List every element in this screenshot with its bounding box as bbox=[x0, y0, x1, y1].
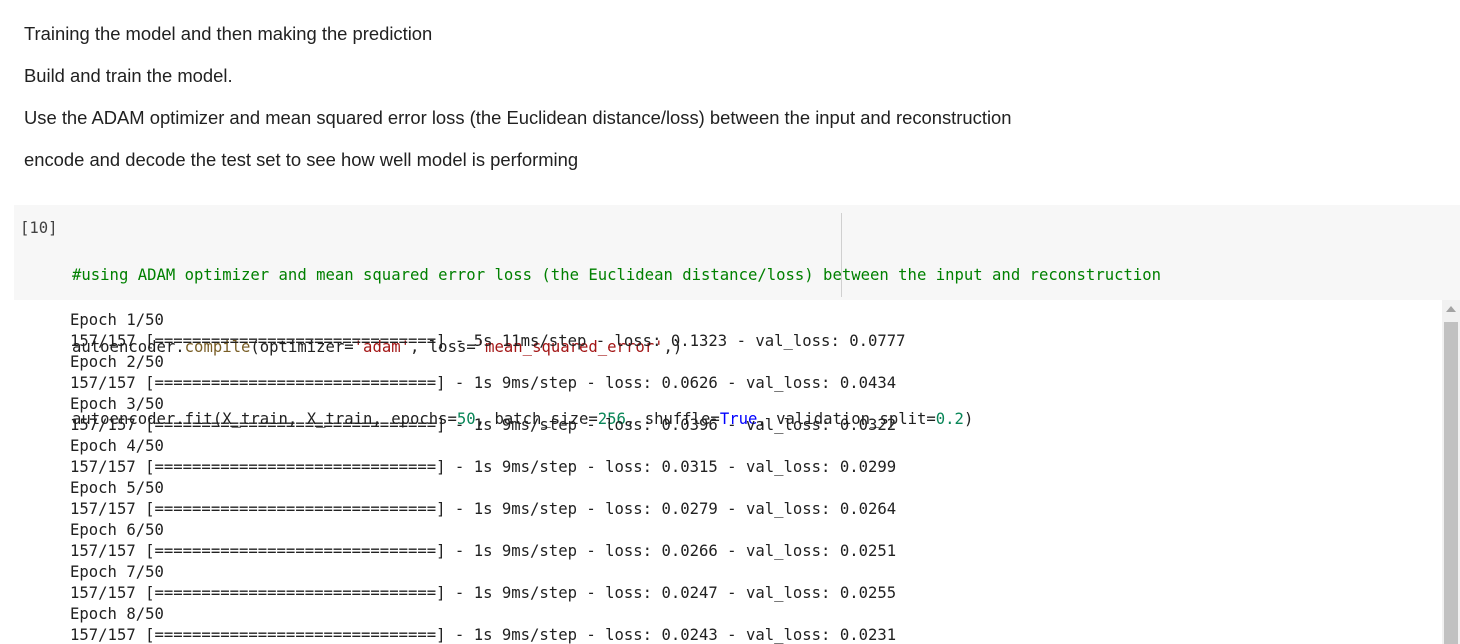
markdown-paragraph: Use the ADAM optimizer and mean squared … bbox=[24, 107, 1012, 128]
markdown-paragraph: encode and decode the test set to see ho… bbox=[24, 149, 579, 170]
output-line: Epoch 8/50 bbox=[70, 605, 164, 623]
output-line: Epoch 3/50 bbox=[70, 395, 164, 413]
output-scrollbar[interactable] bbox=[1442, 300, 1460, 644]
output-line: 157/157 [==============================]… bbox=[70, 584, 897, 602]
code-cell[interactable]: [10] #using ADAM optimizer and mean squa… bbox=[14, 205, 1460, 428]
scrollbar-thumb[interactable] bbox=[1444, 322, 1458, 644]
execution-count: [10] bbox=[20, 219, 58, 237]
output-line: 157/157 [==============================]… bbox=[70, 500, 897, 518]
text-cursor bbox=[841, 213, 842, 297]
scroll-up-arrow-icon[interactable] bbox=[1446, 306, 1456, 312]
output-line: Epoch 5/50 bbox=[70, 479, 164, 497]
code-comment: #using ADAM optimizer and mean squared e… bbox=[72, 266, 1162, 284]
markdown-paragraph: Build and train the model. bbox=[24, 65, 233, 86]
output-line: Epoch 1/50 bbox=[70, 311, 164, 329]
output-line: Epoch 6/50 bbox=[70, 521, 164, 539]
output-log: Epoch 1/50 157/157 [=====================… bbox=[70, 310, 906, 644]
output-line: 157/157 [==============================]… bbox=[70, 332, 906, 350]
markdown-heading: Training the model and then making the p… bbox=[24, 23, 433, 44]
output-line: Epoch 2/50 bbox=[70, 353, 164, 371]
output-line: 157/157 [==============================]… bbox=[70, 542, 897, 560]
output-line: 157/157 [==============================]… bbox=[70, 626, 897, 644]
cell-output: Epoch 1/50 157/157 [=====================… bbox=[14, 300, 1460, 644]
output-line: 157/157 [==============================]… bbox=[70, 416, 897, 434]
code-line: #using ADAM optimizer and mean squared e… bbox=[72, 263, 1161, 287]
output-line: 157/157 [==============================]… bbox=[70, 374, 897, 392]
output-line: Epoch 7/50 bbox=[70, 563, 164, 581]
output-line: 157/157 [==============================]… bbox=[70, 458, 897, 476]
output-line: Epoch 4/50 bbox=[70, 437, 164, 455]
